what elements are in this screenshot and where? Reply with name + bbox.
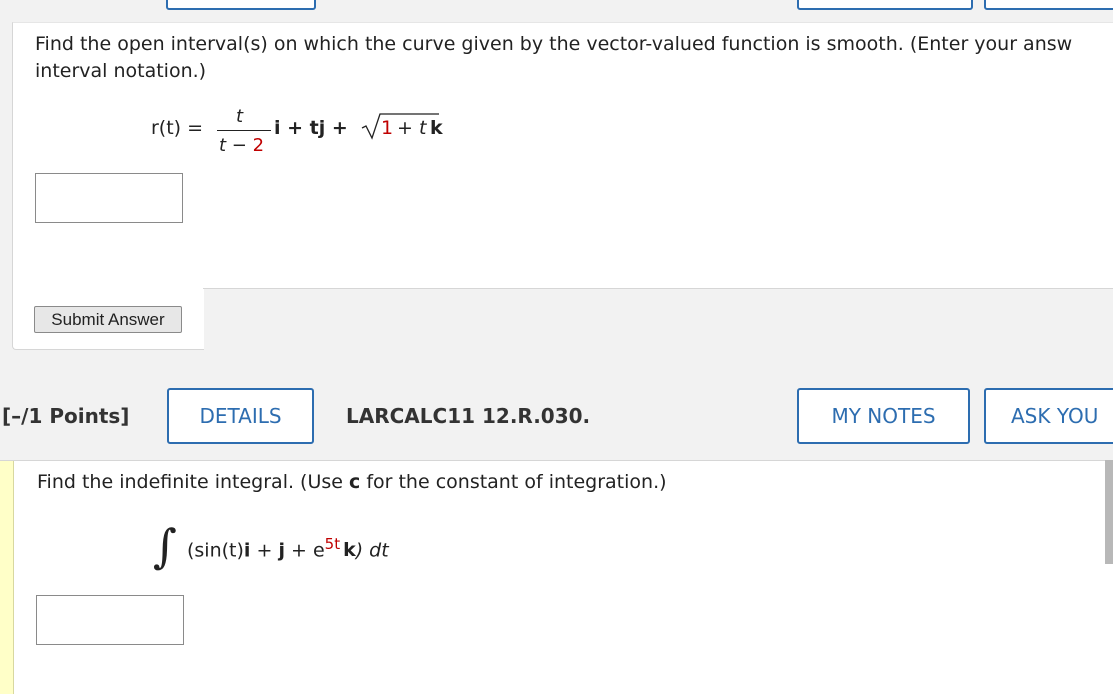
fraction-denominator: t − 2 bbox=[219, 135, 264, 156]
scrollbar-thumb[interactable] bbox=[1105, 460, 1113, 564]
integrand-mid1: + bbox=[250, 539, 279, 562]
question-id: LARCALC11 12.R.030. bbox=[346, 404, 591, 428]
function-k: k bbox=[430, 117, 443, 139]
q2-prompt-post: for the constant of integration.) bbox=[360, 471, 667, 493]
q2-prompt: Find the indefinite integral. (Use c for… bbox=[37, 469, 667, 496]
panel-gap bbox=[204, 289, 1113, 373]
q1-prompt-line1: Find the open interval(s) on which the c… bbox=[35, 33, 1073, 55]
question-highlight-bar bbox=[0, 461, 14, 694]
q2-prompt-pre: Find the indefinite integral. (Use bbox=[37, 471, 350, 493]
q1-answer-input[interactable] bbox=[35, 173, 183, 223]
q1-prompt-line2: interval notation.) bbox=[35, 60, 207, 82]
fraction-numerator: t bbox=[236, 106, 244, 127]
integrand-pre: (sin(t) bbox=[187, 539, 244, 562]
integrand-k: k bbox=[343, 539, 356, 562]
function-lhs: r(t) = bbox=[151, 117, 204, 139]
ask-label: ASK YOU bbox=[1011, 404, 1099, 428]
integrand-end: ) dt bbox=[355, 539, 389, 562]
details-button[interactable]: DETAILS bbox=[167, 388, 314, 444]
sqrt-rest: + t bbox=[397, 117, 427, 139]
top-button-2[interactable] bbox=[797, 0, 973, 10]
top-button-3[interactable] bbox=[984, 0, 1113, 10]
my-notes-button[interactable]: MY NOTES bbox=[797, 388, 970, 444]
integrand-mid2: + e bbox=[284, 539, 325, 562]
top-button-1[interactable] bbox=[166, 0, 316, 10]
ask-your-teacher-button[interactable]: ASK YOU bbox=[984, 388, 1113, 444]
exponent: 5t bbox=[324, 535, 341, 553]
fraction-bar bbox=[217, 130, 271, 131]
points-label: [–/1 Points] bbox=[2, 404, 130, 428]
panel-divider bbox=[203, 288, 1113, 289]
q2-answer-input[interactable] bbox=[36, 595, 184, 645]
denominator-t: t − bbox=[219, 135, 247, 156]
submit-answer-button[interactable]: Submit Answer bbox=[34, 306, 182, 333]
denominator-two: 2 bbox=[252, 135, 265, 156]
function-middle: i + tj + bbox=[274, 117, 348, 139]
sqrt-one: 1 bbox=[381, 117, 394, 139]
integral-sign: ∫ bbox=[153, 519, 177, 573]
integrand: (sin(t)i + j + e5t k) dt bbox=[187, 535, 389, 561]
q2-prompt-c: c bbox=[349, 471, 361, 493]
